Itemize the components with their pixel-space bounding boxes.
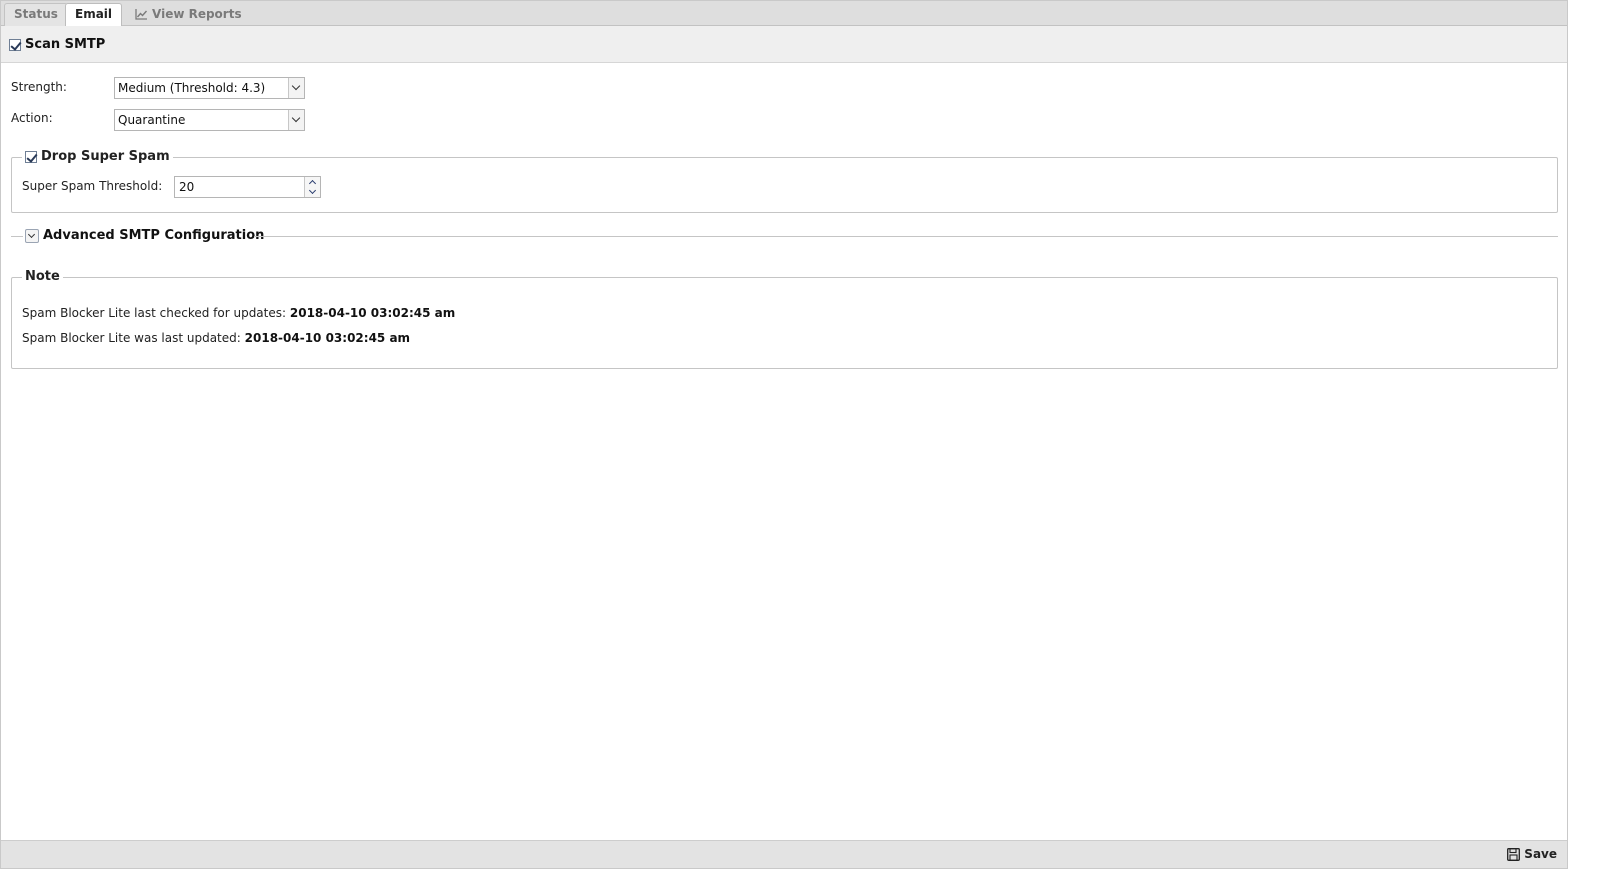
- tab-email[interactable]: Email: [65, 3, 123, 27]
- chevron-down-icon[interactable]: [288, 78, 304, 98]
- scan-smtp-checkbox[interactable]: [9, 39, 21, 51]
- expand-toggle-icon[interactable]: [25, 229, 39, 243]
- super-spam-threshold-field[interactable]: 20: [174, 176, 321, 198]
- last-updated-label: Spam Blocker Lite was last updated:: [22, 331, 241, 345]
- floppy-disk-icon: [1507, 848, 1521, 866]
- tab-email-label: Email: [75, 7, 113, 21]
- last-updated-value: 2018-04-10 03:02:45 am: [244, 331, 411, 345]
- note-legend: Note: [22, 269, 63, 284]
- advanced-divider-right: [254, 236, 1558, 237]
- action-select[interactable]: Quarantine: [114, 109, 305, 131]
- last-checked-line: Spam Blocker Lite last checked for updat…: [22, 306, 455, 320]
- advanced-divider-left: [11, 236, 23, 237]
- threshold-spinner[interactable]: [304, 177, 320, 197]
- drop-super-spam-legend: Drop Super Spam: [22, 149, 173, 167]
- scan-smtp-header: Scan SMTP: [1, 26, 1567, 63]
- tab-status-label: Status: [14, 7, 58, 21]
- tab-view-reports-label: View Reports: [152, 7, 242, 21]
- tab-bar: Status Email View Reports: [1, 1, 1567, 27]
- action-value: Quarantine: [118, 113, 186, 127]
- footer-toolbar: Save: [1, 840, 1567, 868]
- last-checked-label: Spam Blocker Lite last checked for updat…: [22, 306, 287, 320]
- chevron-down-icon[interactable]: [288, 110, 304, 130]
- save-button[interactable]: Save: [1505, 846, 1559, 864]
- super-spam-threshold-label: Super Spam Threshold:: [22, 179, 163, 193]
- scan-smtp-label: Scan SMTP: [25, 37, 106, 52]
- strength-value: Medium (Threshold: 4.3): [118, 81, 266, 95]
- action-label: Action:: [11, 111, 53, 125]
- tab-status[interactable]: Status: [4, 3, 68, 26]
- save-label: Save: [1524, 847, 1557, 861]
- advanced-smtp-label[interactable]: Advanced SMTP Configuration: [43, 228, 264, 243]
- strength-label: Strength:: [11, 80, 67, 94]
- drop-super-spam-label: Drop Super Spam: [41, 149, 170, 164]
- last-checked-value: 2018-04-10 03:02:45 am: [289, 306, 456, 320]
- app-panel: Status Email View Reports Scan SMTP Stre…: [0, 0, 1568, 869]
- super-spam-threshold-value: 20: [179, 180, 195, 194]
- chart-line-icon: [135, 6, 148, 27]
- tab-view-reports[interactable]: View Reports: [125, 3, 252, 26]
- last-updated-line: Spam Blocker Lite was last updated: 2018…: [22, 331, 410, 345]
- drop-super-spam-checkbox[interactable]: [25, 151, 37, 163]
- spin-up-icon[interactable]: [305, 177, 321, 187]
- strength-select[interactable]: Medium (Threshold: 4.3): [114, 77, 305, 99]
- note-fieldset: [11, 277, 1558, 369]
- spin-down-icon[interactable]: [305, 187, 321, 197]
